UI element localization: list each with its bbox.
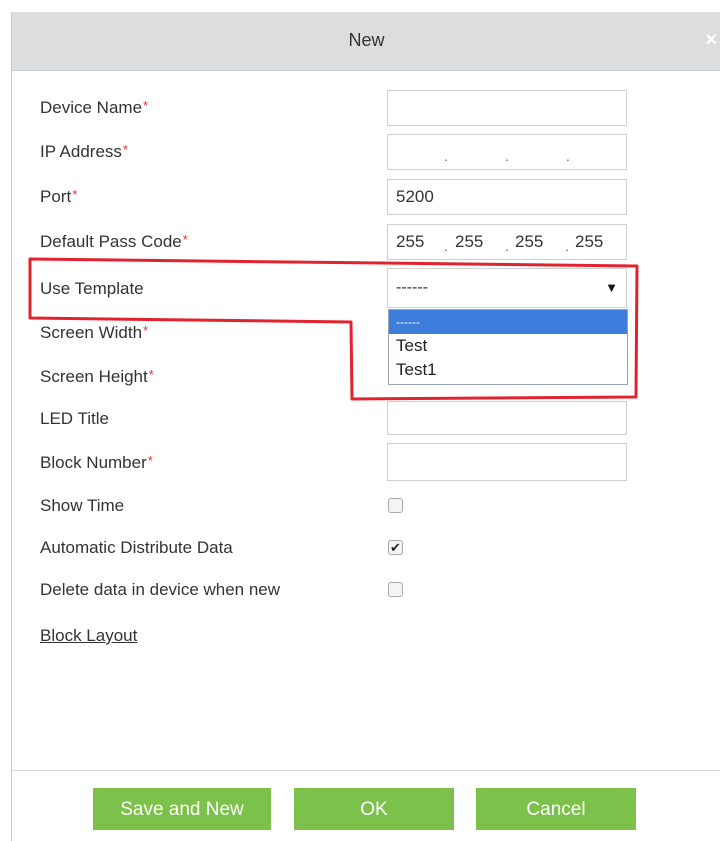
checkmark-icon: ✔ — [390, 540, 401, 555]
use-template-label: Use Template — [40, 279, 144, 298]
block-number-input[interactable] — [387, 443, 627, 481]
dropdown-option[interactable]: Test — [389, 334, 627, 358]
use-template-dropdown-list: ------ Test Test1 — [388, 309, 628, 385]
required-mark: * — [148, 367, 154, 382]
delete-data-label: Delete data in device when new — [40, 580, 281, 599]
required-mark: * — [143, 98, 149, 113]
dropdown-option[interactable]: ------ — [389, 310, 627, 334]
footer-divider — [12, 770, 720, 771]
cancel-button[interactable]: Cancel — [476, 788, 636, 830]
chevron-down-icon[interactable]: ▼ — [605, 269, 618, 307]
ip-dot: . — [566, 148, 570, 164]
device-name-input[interactable] — [387, 90, 627, 126]
block-number-label: Block Number* — [40, 453, 153, 472]
automatic-distribute-checkbox[interactable]: ✔ — [388, 540, 403, 555]
show-time-label: Show Time — [40, 496, 125, 515]
screen-width-label: Screen Width* — [40, 323, 149, 342]
pass-code-dot: . — [444, 238, 448, 254]
show-time-checkbox[interactable] — [388, 498, 403, 513]
dialog-title-bar[interactable]: New × — [12, 12, 720, 71]
pass-code-segment-4[interactable]: 255 — [575, 225, 603, 259]
pass-code-dot: . — [505, 238, 509, 254]
screen-height-label: Screen Height* — [40, 367, 154, 386]
required-mark: * — [143, 323, 149, 338]
dropdown-option[interactable]: Test1 — [389, 358, 627, 382]
required-mark: * — [147, 453, 153, 468]
close-icon[interactable]: × — [705, 29, 717, 52]
use-template-selected-value: ------ — [396, 279, 428, 296]
block-layout-link[interactable]: Block Layout — [40, 626, 137, 646]
save-and-new-button[interactable]: Save and New — [93, 788, 271, 830]
required-mark: * — [182, 232, 188, 247]
dialog-title: New — [348, 30, 385, 50]
pass-code-segment-1[interactable]: 255 — [396, 225, 424, 259]
required-mark: * — [72, 187, 78, 202]
led-title-input[interactable] — [387, 401, 627, 435]
default-pass-code-label: Default Pass Code* — [40, 232, 188, 251]
ip-dot: . — [505, 148, 509, 164]
new-device-dialog: New × Device Name* IP Address* . . . Por… — [11, 12, 720, 841]
required-mark: * — [122, 142, 128, 157]
pass-code-segment-2[interactable]: 255 — [455, 225, 483, 259]
ip-address-label: IP Address* — [40, 142, 128, 161]
use-template-select[interactable]: ------ ▼ — [387, 268, 627, 308]
pass-code-dot: . — [565, 238, 569, 254]
automatic-distribute-label: Automatic Distribute Data — [40, 538, 233, 557]
port-input[interactable]: 5200 — [387, 179, 627, 215]
led-title-label: LED Title — [40, 409, 109, 428]
device-name-label: Device Name* — [40, 98, 149, 117]
default-pass-code-input: 255 . 255 . 255 . 255 — [387, 224, 627, 260]
ip-address-input: . . . — [387, 134, 627, 170]
ip-dot: . — [444, 148, 448, 164]
port-label: Port* — [40, 187, 78, 206]
ok-button[interactable]: OK — [294, 788, 454, 830]
delete-data-checkbox[interactable] — [388, 582, 403, 597]
pass-code-segment-3[interactable]: 255 — [515, 225, 543, 259]
